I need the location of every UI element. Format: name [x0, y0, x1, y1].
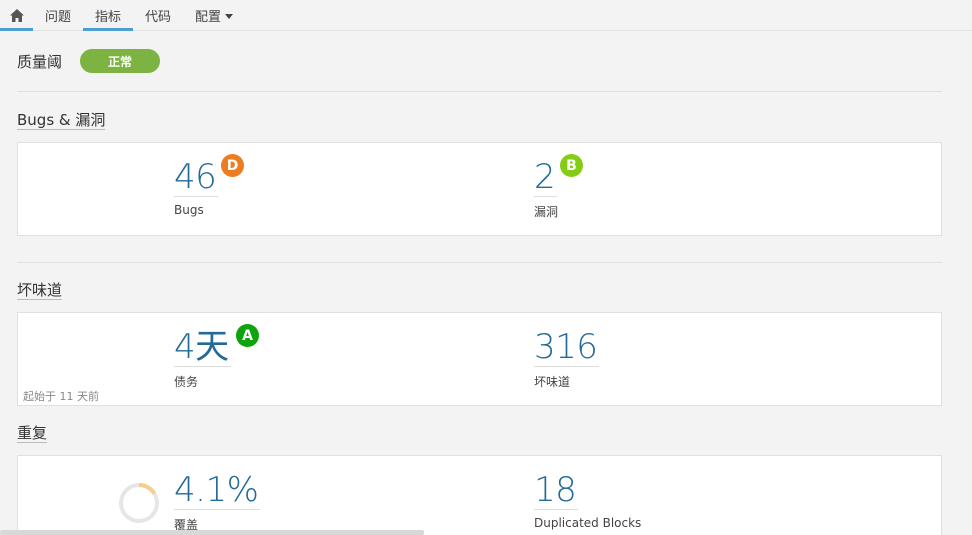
top-nav: 问题 指标 代码 配置	[0, 0, 972, 31]
home-icon	[9, 8, 24, 22]
chevron-down-icon	[225, 13, 234, 19]
bugs-section-title[interactable]: Bugs & 漏洞	[17, 111, 106, 130]
nav-issues[interactable]: 问题	[33, 0, 83, 30]
main-content: 质量阈 正常 Bugs & 漏洞 46 Bugs D 2 漏洞 B 坏味道 4天…	[17, 31, 942, 535]
quality-gate-status-badge[interactable]: 正常	[80, 49, 161, 73]
horizontal-scrollbar[interactable]	[0, 530, 424, 535]
quality-gate-row: 质量阈 正常	[17, 31, 942, 92]
smells-section-title[interactable]: 坏味道	[17, 281, 63, 300]
since-text: 起始于 11 天前	[23, 390, 99, 403]
bugs-label: Bugs	[174, 203, 204, 217]
nav-configuration[interactable]: 配置	[183, 0, 245, 30]
duplicated-blocks-measure[interactable]: 18 Duplicated Blocks	[534, 471, 641, 530]
nav-home[interactable]	[0, 0, 33, 31]
bugs-card: 46 Bugs D 2 漏洞 B	[17, 142, 942, 236]
section-divider	[17, 262, 942, 263]
code-smells-label: 坏味道	[534, 375, 571, 389]
debt-value[interactable]: 4天	[174, 328, 231, 367]
nav-measures[interactable]: 指标	[83, 0, 134, 31]
nav-code[interactable]: 代码	[133, 0, 183, 30]
vulnerabilities-label: 漏洞	[534, 205, 559, 219]
duplicated-blocks-label: Duplicated Blocks	[534, 516, 642, 530]
code-smells-measure[interactable]: 316 坏味道	[534, 328, 600, 390]
debt-rating-badge[interactable]: A	[236, 324, 259, 347]
quality-gate-title: 质量阈	[17, 52, 63, 71]
duplication-coverage-measure[interactable]: 4.1% 覆盖	[174, 471, 261, 533]
smells-card: 4天 债务 A 316 坏味道 起始于 11 天前	[17, 312, 942, 406]
duplications-card: 4.1% 覆盖 18 Duplicated Blocks	[17, 455, 942, 535]
vulnerabilities-rating-badge[interactable]: B	[560, 154, 583, 177]
bugs-value[interactable]: 46	[174, 158, 219, 197]
duplication-coverage-value[interactable]: 4.1%	[174, 471, 261, 510]
duplication-donut-chart	[119, 483, 159, 523]
debt-measure[interactable]: 4天 债务	[174, 328, 231, 390]
debt-label: 债务	[174, 375, 199, 389]
vulnerabilities-measure[interactable]: 2 漏洞	[534, 158, 558, 220]
vulnerabilities-value[interactable]: 2	[534, 158, 558, 197]
duplications-section-title[interactable]: 重复	[17, 424, 48, 443]
bugs-rating-badge[interactable]: D	[221, 154, 244, 177]
duplicated-blocks-value[interactable]: 18	[534, 471, 579, 510]
bugs-measure[interactable]: 46 Bugs	[174, 158, 219, 217]
code-smells-value[interactable]: 316	[534, 328, 600, 367]
